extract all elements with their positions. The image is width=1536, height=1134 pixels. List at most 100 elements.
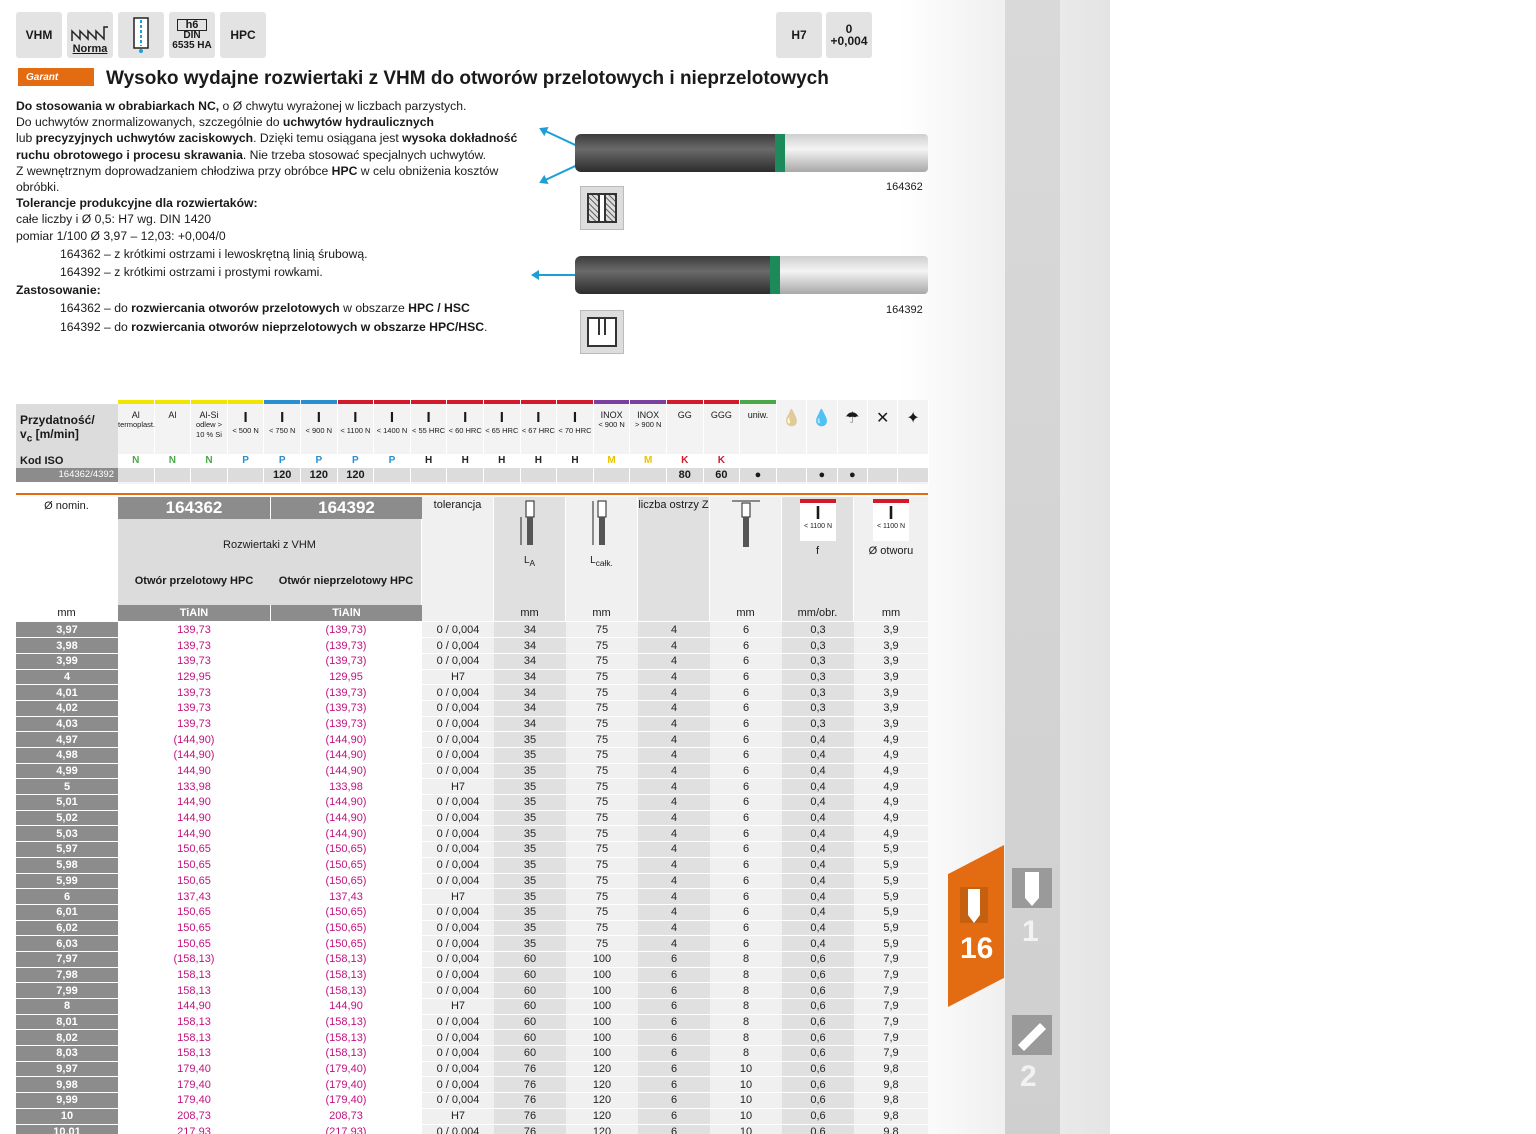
table-row[interactable]: 8,01 158,13 (158,13) 0 / 0,004 60 100 6 8 0,6 7,9: [16, 1014, 928, 1031]
total-length: 100: [566, 1045, 638, 1062]
table-row[interactable]: 4,99 144,90 (144,90) 0 / 0,004 35 75 4 6 0,4 4,9: [16, 763, 928, 780]
nominal-diameter: 6,03: [16, 935, 118, 952]
table-row[interactable]: 5 133,98 133,98 H7 35 75 4 6 0,4 4,9: [16, 778, 928, 796]
cutting-speed: 60: [703, 468, 740, 482]
total-length: 75: [566, 904, 638, 921]
table-row[interactable]: 3,99 139,73 (139,73) 0 / 0,004 34 75 4 6 0,3 3,9: [16, 653, 928, 670]
table-row[interactable]: 4,02 139,73 (139,73) 0 / 0,004 34 75 4 6 0,3 3,9: [16, 700, 928, 717]
table-row[interactable]: 5,01 144,90 (144,90) 0 / 0,004 35 75 4 6 0,4 4,9: [16, 794, 928, 811]
working-length: 35: [494, 794, 566, 811]
nominal-diameter: 3,99: [16, 653, 118, 670]
nominal-diameter: 4,99: [16, 763, 118, 780]
flute-count: 6: [638, 1124, 710, 1134]
table-row[interactable]: 7,98 158,13 (158,13) 0 / 0,004 60 100 6 8 0,6 7,9: [16, 967, 928, 984]
nominal-diameter: 9,99: [16, 1092, 118, 1109]
price-164362: 139,73: [118, 716, 270, 733]
flute-count: 4: [638, 653, 710, 670]
table-row[interactable]: 4,01 139,73 (139,73) 0 / 0,004 34 75 4 6 0,3 3,9: [16, 684, 928, 701]
table-row[interactable]: 7,99 158,13 (158,13) 0 / 0,004 60 100 6 8 0,6 7,9: [16, 982, 928, 999]
reamer-ring: [770, 256, 780, 294]
insert-chapter-icon[interactable]: [1012, 1015, 1052, 1055]
table-row[interactable]: 5,98 150,65 (150,65) 0 / 0,004 35 75 4 6 0,4 5,9: [16, 857, 928, 874]
nominal-diameter: 10,01: [16, 1124, 118, 1134]
cutting-speed: ●: [740, 468, 776, 482]
table-row[interactable]: 6 137,43 137,43 H7 35 75 4 6 0,4 5,9: [16, 888, 928, 905]
table-row[interactable]: 9,97 179,40 (179,40) 0 / 0,004 76 120 6 10 0,6 9,…: [16, 1061, 928, 1078]
tolerance: 0 / 0,004: [422, 794, 494, 811]
flute-count: 6: [638, 1076, 710, 1094]
iso-code: P: [374, 454, 410, 468]
shank-diameter: 8: [710, 951, 782, 968]
nominal-diameter: 5,03: [16, 825, 118, 843]
total-length: 75: [566, 622, 638, 639]
shank-diameter: 6: [710, 669, 782, 686]
suitability-column: I < 900 N P 120: [301, 400, 338, 484]
working-length: 60: [494, 967, 566, 984]
nominal-diameter: 3,97: [16, 622, 118, 639]
table-row[interactable]: 9,98 179,40 (179,40) 0 / 0,004 76 120 6 10 0,6 9,…: [16, 1076, 928, 1094]
nominal-diameter: 6,02: [16, 920, 118, 937]
tolerance: H7: [422, 1108, 494, 1125]
flute-count: 6: [638, 1029, 710, 1047]
price-164362: 139,73: [118, 622, 270, 639]
chapter-number-2[interactable]: 2: [1020, 1060, 1037, 1094]
table-row[interactable]: 6,03 150,65 (150,65) 0 / 0,004 35 75 4 6 0,4 5,9: [16, 935, 928, 952]
price-164392: 144,90: [270, 998, 422, 1015]
table-row[interactable]: 5,02 144,90 (144,90) 0 / 0,004 35 75 4 6 0,4 4,9: [16, 810, 928, 827]
tolerance: 0 / 0,004: [422, 1014, 494, 1031]
total-length: 75: [566, 825, 638, 843]
page-title: Wysoko wydajne rozwiertaki z VHM do otwo…: [106, 68, 829, 89]
table-row[interactable]: 8,02 158,13 (158,13) 0 / 0,004 60 100 6 8 0,6 7,9: [16, 1029, 928, 1047]
table-row[interactable]: 8,03 158,13 (158,13) 0 / 0,004 60 100 6 8 0,6 7,9: [16, 1045, 928, 1062]
table-row[interactable]: 7,97 (158,13) (158,13) 0 / 0,004 60 100 6 8 0,6 7…: [16, 951, 928, 968]
table-row[interactable]: 3,98 139,73 (139,73) 0 / 0,004 34 75 4 6 0,3 3,9: [16, 637, 928, 654]
working-length: 35: [494, 873, 566, 890]
table-row[interactable]: 10,01 217,93 (217,93) 0 / 0,004 76 120 6 10 0,6 9…: [16, 1124, 928, 1134]
price-164362: 144,90: [118, 794, 270, 811]
header-flutes: liczba ostrzy Z: [638, 497, 710, 621]
material-spec: < 55 HRC: [412, 426, 446, 435]
table-row[interactable]: 4 129,95 129,95 H7 34 75 4 6 0,3 3,9: [16, 669, 928, 686]
table-row[interactable]: 5,97 150,65 (150,65) 0 / 0,004 35 75 4 6 0,4 5,9: [16, 841, 928, 858]
chapter-tab-16[interactable]: [948, 845, 1004, 1007]
table-row[interactable]: 8 144,90 144,90 H7 60 100 6 8 0,6 7,9: [16, 998, 928, 1015]
table-row[interactable]: 10 208,73 208,73 H7 76 120 6 10 0,6 9,8: [16, 1108, 928, 1125]
shank-diameter: 6: [710, 904, 782, 921]
hole-diameter: 7,9: [854, 1014, 928, 1031]
hole-diameter: 3,9: [854, 669, 928, 686]
total-length: 100: [566, 951, 638, 968]
material-name: I: [243, 409, 248, 426]
suitability-column: GGG K 60: [703, 400, 741, 484]
feed: 0,6: [782, 1108, 854, 1125]
hole-diameter: 4,9: [854, 763, 928, 780]
feed: 0,6: [782, 1092, 854, 1109]
feed: 0,4: [782, 763, 854, 780]
table-row[interactable]: 5,99 150,65 (150,65) 0 / 0,004 35 75 4 6 0,4 5,9: [16, 873, 928, 890]
table-row[interactable]: 6,02 150,65 (150,65) 0 / 0,004 35 75 4 6 0,4 5,9: [16, 920, 928, 937]
suitability-column: I < 70 HRC H: [557, 400, 594, 484]
total-length: 75: [566, 888, 638, 905]
table-row[interactable]: 9,99 179,40 (179,40) 0 / 0,004 76 120 6 10 0,6 9,…: [16, 1092, 928, 1109]
flute-count: 4: [638, 825, 710, 843]
working-length: 60: [494, 1045, 566, 1062]
table-row[interactable]: 4,98 (144,90) (144,90) 0 / 0,004 35 75 4 6 0,4 4,…: [16, 747, 928, 764]
table-row[interactable]: 4,97 (144,90) (144,90) 0 / 0,004 35 75 4 6 0,4 4,…: [16, 731, 928, 748]
table-row[interactable]: 3,97 139,73 (139,73) 0 / 0,004 34 75 4 6 0,3 3,9: [16, 622, 928, 639]
table-row[interactable]: 4,03 139,73 (139,73) 0 / 0,004 34 75 4 6 0,3 3,9: [16, 716, 928, 733]
chapter-number-1[interactable]: 1: [1022, 915, 1039, 949]
working-length: 34: [494, 716, 566, 733]
cutting-speed: [447, 468, 483, 482]
material-spec: < 900 N: [598, 420, 625, 429]
table-row[interactable]: 6,01 150,65 (150,65) 0 / 0,004 35 75 4 6 0,4 5,9: [16, 904, 928, 921]
price-164362: 139,73: [118, 684, 270, 701]
shank-diameter: 6: [710, 841, 782, 858]
working-length: 60: [494, 951, 566, 968]
price-164362: 179,40: [118, 1061, 270, 1078]
drill-chapter-icon[interactable]: [1012, 868, 1052, 908]
price-164392: (158,13): [270, 967, 422, 984]
table-row[interactable]: 5,03 144,90 (144,90) 0 / 0,004 35 75 4 6 0,4 4,9: [16, 825, 928, 843]
shank-diameter: 6: [710, 888, 782, 905]
suitability-column: I < 65 HRC H: [484, 400, 521, 484]
total-length: 100: [566, 998, 638, 1015]
shank-diameter: 10: [710, 1092, 782, 1109]
